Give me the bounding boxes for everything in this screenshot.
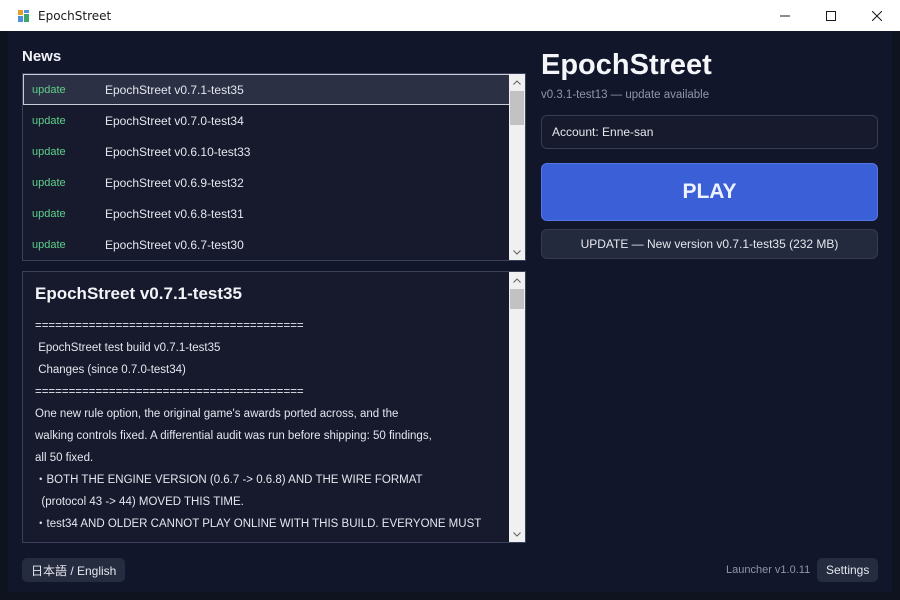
- article-line: Changes (since 0.7.0-test34): [35, 364, 186, 376]
- play-button[interactable]: PLAY: [541, 163, 878, 221]
- article-scroll-thumb[interactable]: [510, 289, 524, 309]
- article-line: ・BOTH THE ENGINE VERSION (0.6.7 -> 0.6.8…: [35, 474, 423, 486]
- news-item-title: EpochStreet v0.6.8-test31: [105, 206, 244, 221]
- news-item-title: EpochStreet v0.6.10-test33: [105, 144, 251, 159]
- news-item-tag: update: [32, 145, 66, 158]
- minimize-button[interactable]: [762, 0, 808, 31]
- account-field[interactable]: Account: Enne-san: [541, 115, 878, 149]
- scroll-up-icon[interactable]: [509, 74, 525, 90]
- minimize-icon: [780, 15, 790, 16]
- maximize-icon: [826, 10, 836, 21]
- scroll-up-icon[interactable]: [509, 272, 525, 288]
- launcher-window: News update EpochStreet v0.7.1-test35 upda…: [8, 31, 892, 592]
- article-scrollbar[interactable]: [509, 272, 525, 542]
- news-item[interactable]: update EpochStreet v0.6.7-test30: [23, 229, 525, 260]
- launcher-status: v0.3.1-test13 — update available: [541, 89, 710, 101]
- news-item-tag: update: [32, 207, 66, 220]
- news-item[interactable]: update EpochStreet v0.7.0-test34: [23, 105, 525, 136]
- news-item-tag: update: [32, 238, 66, 251]
- settings-button[interactable]: Settings: [817, 558, 879, 582]
- news-list[interactable]: update EpochStreet v0.7.1-test35 update Epo…: [22, 73, 526, 261]
- news-item-title: EpochStreet v0.7.0-test34: [105, 113, 244, 128]
- news-scroll-thumb[interactable]: [510, 91, 524, 125]
- brand-title: EpochStreet: [541, 49, 712, 81]
- scroll-down-icon[interactable]: [509, 526, 525, 542]
- news-article[interactable]: EpochStreet v0.7.1-test35 ==============…: [22, 271, 526, 543]
- article-line: ・test34 AND OLDER CANNOT PLAY ONLINE WIT…: [35, 518, 482, 530]
- news-item[interactable]: update EpochStreet v0.6.8-test31: [23, 198, 525, 229]
- scroll-down-icon[interactable]: [509, 244, 525, 260]
- app-icon: [17, 9, 31, 23]
- article-line: ========================================: [35, 386, 304, 398]
- language-toggle-button[interactable]: 日本語 / English: [22, 558, 126, 582]
- news-item[interactable]: update EpochStreet v0.6.10-test33: [23, 136, 525, 167]
- news-heading: News: [22, 48, 62, 65]
- news-item[interactable]: update EpochStreet v0.7.1-test35: [23, 74, 525, 105]
- news-scrollbar[interactable]: [509, 74, 525, 260]
- news-item[interactable]: update EpochStreet v0.6.9-test32: [23, 167, 525, 198]
- close-button[interactable]: [854, 0, 900, 31]
- article-line: walking controls fixed. A differential a…: [35, 430, 432, 442]
- news-item-tag: update: [32, 176, 66, 189]
- news-item-title: EpochStreet v0.7.1-test35: [105, 82, 244, 97]
- news-item-title: EpochStreet v0.6.9-test32: [105, 175, 244, 190]
- news-item-tag: update: [32, 114, 66, 127]
- article-line: (protocol 43 -> 44) MOVED THIS TIME.: [35, 496, 244, 508]
- news-item-title: EpochStreet v0.6.7-test30: [105, 237, 244, 252]
- title-bar: EpochStreet: [0, 0, 900, 31]
- article-line: ========================================: [35, 320, 304, 332]
- close-icon: [872, 10, 882, 21]
- article-line: EpochStreet test build v0.7.1-test35: [35, 342, 221, 354]
- news-item-tag: update: [32, 83, 66, 96]
- window-title: EpochStreet: [38, 8, 112, 23]
- article-line: all 50 fixed.: [35, 452, 94, 464]
- article-title: EpochStreet v0.7.1-test35: [35, 284, 242, 303]
- update-button[interactable]: UPDATE — New version v0.7.1-test35 (232 …: [541, 229, 878, 259]
- launcher-version: Launcher v1.0.11: [726, 564, 811, 576]
- article-line: One new rule option, the original game's…: [35, 408, 399, 420]
- maximize-button[interactable]: [808, 0, 854, 31]
